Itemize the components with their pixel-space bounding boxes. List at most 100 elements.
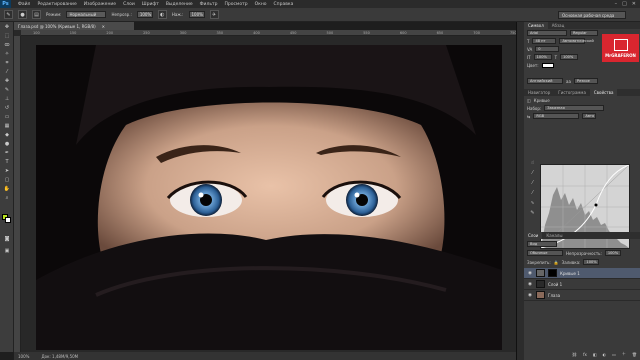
layer-row[interactable]: ◉ Кривые 1 [524,268,640,279]
shape-tool-icon[interactable]: ▢ [2,176,12,184]
brush-tool-icon[interactable]: ✎ [4,10,13,19]
tab-character[interactable]: Символ [524,22,548,29]
blend-mode-select[interactable]: Обычные [527,250,563,256]
on-image-adjust-icon[interactable]: ☝ [528,160,537,170]
opacity-field[interactable]: 100% [136,11,153,18]
brush-panel-icon[interactable]: ▤ [32,10,41,19]
fill-field[interactable]: 100% [583,259,600,265]
close-tab-icon[interactable]: ✕ [102,24,105,29]
brush-tool-icon[interactable]: ✎ [2,86,12,94]
text-color-swatch[interactable] [541,62,554,68]
hand-tool-icon[interactable]: ✋ [2,185,12,193]
mode-select[interactable]: Нормальный [66,11,107,18]
healing-tool-icon[interactable]: ✚ [2,77,12,85]
close-button[interactable]: ✕ [632,1,636,7]
image-canvas[interactable] [36,45,502,350]
layer-style-icon[interactable]: fx [583,352,587,357]
curve-point-mode-icon[interactable]: ∿ [528,200,537,210]
document-tab[interactable]: Глаза.psd @ 100% (Кривые 1, RGB/8) ✕ [14,22,134,30]
adjustment-layer-icon[interactable]: ◐ [603,352,607,357]
workspace-select[interactable]: Основная рабочая среда [558,11,626,19]
layer-opacity-field[interactable]: 100% [604,250,621,256]
menu-help[interactable]: Справка [274,2,294,7]
visibility-eye-icon[interactable]: ◉ [527,271,533,276]
path-select-tool-icon[interactable]: ➤ [2,167,12,175]
tab-channels[interactable]: Каналы [542,232,566,239]
horizontal-scale-field[interactable]: 100% [560,54,579,60]
document-tab-title: Глаза.psd @ 100% (Кривые 1, RGB/8) [18,23,96,29]
vertical-scale-field[interactable]: 100% [533,54,552,60]
font-family-select[interactable]: Arial [527,30,567,36]
menu-view[interactable]: Просмотр [224,2,247,7]
lasso-tool-icon[interactable]: ꝏ [2,41,12,49]
menu-window[interactable]: Окно [255,2,267,7]
curve-pencil-mode-icon[interactable]: ✎ [528,210,537,220]
eyedropper-tool-icon[interactable]: ⁄ [2,68,12,76]
font-size-field[interactable]: 48 пт [532,38,557,44]
black-point-eyedropper-icon[interactable]: ⁄ [528,170,537,180]
tab-histogram[interactable]: Гистограмма [554,89,590,96]
lock-icon[interactable]: 🔒 [554,260,559,265]
quick-select-tool-icon[interactable]: ✧ [2,50,12,58]
flow-field[interactable]: 100% [188,11,205,18]
tab-paragraph[interactable]: Абзац [548,22,569,29]
pen-tool-icon[interactable]: ✒ [2,149,12,157]
gray-point-eyedropper-icon[interactable]: ⁄ [528,180,537,190]
maximize-button[interactable]: □ [622,1,627,7]
auto-button[interactable]: Авто [582,113,597,119]
marquee-tool-icon[interactable]: ⬚ [2,32,12,40]
preset-select[interactable]: Заказная [544,105,605,111]
airbrush-icon[interactable]: ✈ [209,10,219,19]
move-tool-icon[interactable]: ✥ [2,23,12,31]
status-bar: 100% Док: 1,48M/9,50M [14,352,516,360]
visibility-eye-icon[interactable]: ◉ [527,282,533,287]
eraser-tool-icon[interactable]: ▭ [2,113,12,121]
history-brush-tool-icon[interactable]: ↺ [2,104,12,112]
quick-mask-icon[interactable]: ◙ [2,235,12,243]
color-row: Цвет: [524,61,640,69]
zoom-level[interactable]: 100% [18,354,29,359]
layer-row[interactable]: ◉ Глаза [524,290,640,301]
language-select[interactable]: Английский [527,78,563,84]
watermark-text: MrGRAFERON [605,52,636,58]
antialias-select[interactable]: Резкое [573,78,598,84]
font-style-select[interactable]: Regular [570,30,598,36]
visibility-eye-icon[interactable]: ◉ [527,293,533,298]
menu-file[interactable]: Файл [18,2,30,7]
gradient-tool-icon[interactable]: ▦ [2,122,12,130]
link-layers-icon[interactable]: ⛓ [572,352,577,357]
brush-preset-icon[interactable]: ● [18,10,27,19]
menu-type[interactable]: Шрифт [142,2,159,7]
right-panels: Символ Абзац Arial Regular T 48 пт Автом… [524,22,640,360]
tab-navigator[interactable]: Навигатор [524,89,554,96]
crop-tool-icon[interactable]: ⌗ [2,59,12,67]
channel-select[interactable]: RGB [533,113,580,119]
menu-edit[interactable]: Редактирование [37,2,76,7]
white-point-eyedropper-icon[interactable]: ⁄ [528,190,537,200]
tab-properties[interactable]: Свойства [589,89,618,96]
layer-kind-select[interactable]: Вид [527,241,557,247]
menu-select[interactable]: Выделение [166,2,193,7]
screen-mode-icon[interactable]: ▣ [2,247,12,255]
background-color-swatch[interactable] [5,217,11,223]
add-mask-icon[interactable]: ◧ [593,352,597,357]
layer-row[interactable]: ◉ Слой 1 [524,279,640,290]
tab-layers[interactable]: Слои [524,232,543,239]
type-tool-icon[interactable]: T [2,158,12,166]
blur-tool-icon[interactable]: ◆ [2,131,12,139]
leading-field[interactable]: Автоматический [559,38,594,44]
watermark-badge: MrGRAFERON [602,34,639,62]
menu-filter[interactable]: Фильтр [200,2,218,7]
new-layer-icon[interactable]: ＋ [622,351,626,357]
tracking-field[interactable]: 0 [535,46,560,52]
new-group-icon[interactable]: ▭ [612,352,616,357]
pressure-opacity-icon[interactable]: ◐ [157,10,167,19]
layer-thumbnail [536,291,545,299]
menu-image[interactable]: Изображение [84,2,116,7]
delete-layer-icon[interactable]: 🗑 [632,352,637,357]
menu-layers[interactable]: Слои [123,2,135,7]
clone-stamp-tool-icon[interactable]: ⊥ [2,95,12,103]
minimize-button[interactable]: – [615,1,618,7]
dodge-tool-icon[interactable]: ● [2,140,12,148]
zoom-tool-icon[interactable]: ⌕ [2,194,12,202]
